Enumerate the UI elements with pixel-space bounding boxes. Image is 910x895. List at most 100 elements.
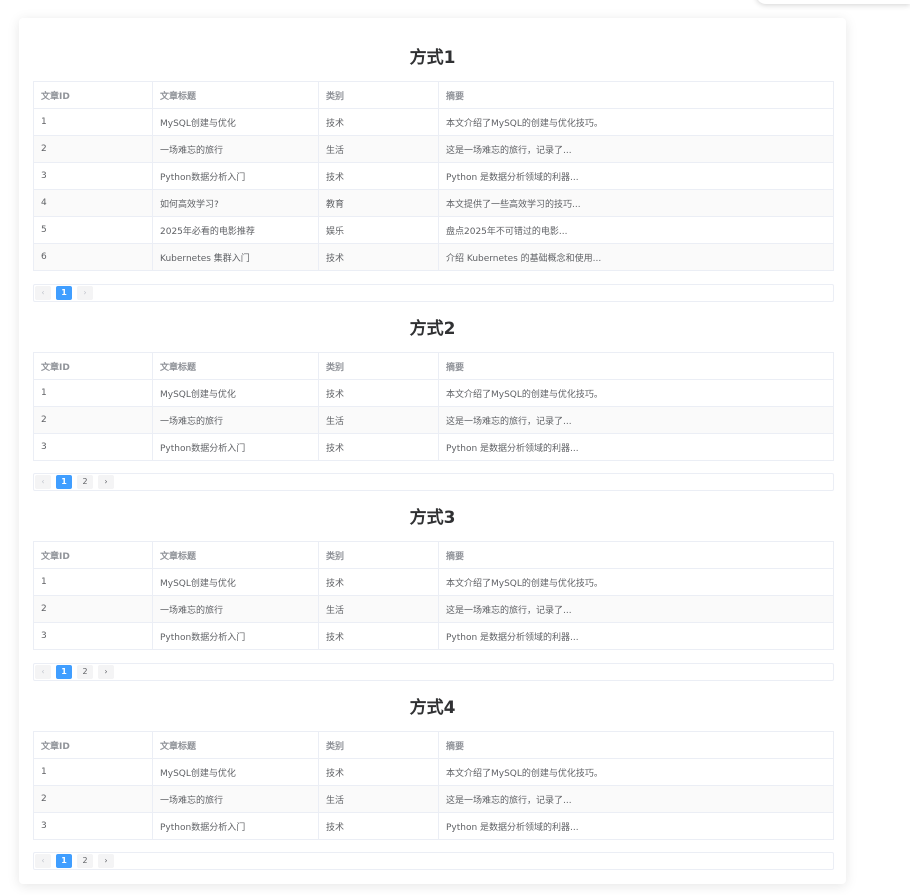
table-row[interactable]: 1 MySQL创建与优化 技术 本文介绍了MySQL的创建与优化技巧。 [33,379,834,407]
table-row[interactable]: 2 一场难忘的旅行 生活 这是一场难忘的旅行，记录了... [33,135,834,163]
chevron-right-icon: › [104,667,108,676]
cell-summary: 本文介绍了MySQL的创建与优化技巧。 [438,108,834,136]
column-header-category[interactable]: 类别 [318,731,439,759]
table-row[interactable]: 3 Python数据分析入门 技术 Python 是数据分析领域的利器... [33,622,834,650]
table-row[interactable]: 2 一场难忘的旅行 生活 这是一场难忘的旅行，记录了... [33,595,834,623]
page-button-1[interactable]: 1 [56,475,72,489]
next-page-button[interactable]: › [98,854,114,868]
column-header-title[interactable]: 文章标题 [152,81,319,109]
cell-summary: 本文提供了一些高效学习的技巧... [438,189,834,217]
page-button-1[interactable]: 1 [56,665,72,679]
cell-category: 技术 [318,622,439,650]
cell-title: 一场难忘的旅行 [152,785,319,813]
chevron-left-icon: ‹ [41,667,45,676]
floating-panel-edge [756,0,910,4]
cell-summary: Python 是数据分析领域的利器... [438,433,834,461]
chevron-right-icon: › [104,856,108,865]
table-row[interactable]: 4 如何高效学习? 教育 本文提供了一些高效学习的技巧... [33,189,834,217]
pagination: ‹ 1 2 › [33,852,834,870]
pagination: ‹ 1 2 › [33,663,834,681]
table-row[interactable]: 1 MySQL创建与优化 技术 本文介绍了MySQL的创建与优化技巧。 [33,568,834,596]
data-table: 文章ID 文章标题 类别 摘要 1 MySQL创建与优化 技术 本文介绍了MyS… [33,541,834,650]
cell-category: 生活 [318,406,439,434]
cell-summary: 本文介绍了MySQL的创建与优化技巧。 [438,379,834,407]
table-row[interactable]: 6 Kubernetes 集群入门 技术 介绍 Kubernetes 的基础概念… [33,243,834,271]
section-title: 方式3 [409,508,456,528]
cell-id: 2 [33,785,153,813]
cell-id: 3 [33,162,153,190]
cell-summary: 这是一场难忘的旅行，记录了... [438,595,834,623]
table-row[interactable]: 2 一场难忘的旅行 生活 这是一场难忘的旅行，记录了... [33,785,834,813]
cell-summary: 盘点2025年不可错过的电影... [438,216,834,244]
cell-id: 1 [33,108,153,136]
column-header-id[interactable]: 文章ID [33,352,153,380]
section-title: 方式4 [409,698,456,718]
table-row[interactable]: 3 Python数据分析入门 技术 Python 是数据分析领域的利器... [33,433,834,461]
cell-title: 一场难忘的旅行 [152,135,319,163]
table-row[interactable]: 3 Python数据分析入门 技术 Python 是数据分析领域的利器... [33,162,834,190]
cell-title: MySQL创建与优化 [152,379,319,407]
next-page-button[interactable]: › [98,475,114,489]
table-row[interactable]: 3 Python数据分析入门 技术 Python 是数据分析领域的利器... [33,812,834,840]
table-row[interactable]: 1 MySQL创建与优化 技术 本文介绍了MySQL的创建与优化技巧。 [33,758,834,786]
cell-category: 技术 [318,758,439,786]
cell-id: 3 [33,622,153,650]
cell-id: 5 [33,216,153,244]
column-header-id[interactable]: 文章ID [33,81,153,109]
section-title: 方式1 [409,48,456,68]
cell-title: MySQL创建与优化 [152,758,319,786]
page-button-2[interactable]: 2 [77,475,93,489]
table-row[interactable]: 1 MySQL创建与优化 技术 本文介绍了MySQL的创建与优化技巧。 [33,108,834,136]
column-header-title[interactable]: 文章标题 [152,731,319,759]
cell-title: MySQL创建与优化 [152,568,319,596]
prev-page-button[interactable]: ‹ [35,286,51,300]
cell-id: 2 [33,135,153,163]
cell-summary: 这是一场难忘的旅行，记录了... [438,785,834,813]
table-row[interactable]: 2 一场难忘的旅行 生活 这是一场难忘的旅行，记录了... [33,406,834,434]
cell-title: 2025年必看的电影推荐 [152,216,319,244]
column-header-summary[interactable]: 摘要 [438,81,834,109]
next-page-button[interactable]: › [77,286,93,300]
column-header-title[interactable]: 文章标题 [152,541,319,569]
cell-id: 3 [33,812,153,840]
cell-title: Python数据分析入门 [152,162,319,190]
main-card: 方式1 文章ID 文章标题 类别 摘要 1 MySQL创建与优化 技术 本文介绍… [19,18,846,884]
cell-summary: 这是一场难忘的旅行，记录了... [438,406,834,434]
next-page-button[interactable]: › [98,665,114,679]
cell-id: 1 [33,758,153,786]
cell-title: Python数据分析入门 [152,622,319,650]
cell-summary: 本文介绍了MySQL的创建与优化技巧。 [438,758,834,786]
prev-page-button[interactable]: ‹ [35,854,51,868]
data-table: 文章ID 文章标题 类别 摘要 1 MySQL创建与优化 技术 本文介绍了MyS… [33,81,834,271]
cell-category: 生活 [318,135,439,163]
column-header-title[interactable]: 文章标题 [152,352,319,380]
column-header-id[interactable]: 文章ID [33,731,153,759]
cell-category: 教育 [318,189,439,217]
data-table: 文章ID 文章标题 类别 摘要 1 MySQL创建与优化 技术 本文介绍了MyS… [33,731,834,840]
page-button-2[interactable]: 2 [77,854,93,868]
cell-id: 6 [33,243,153,271]
chevron-right-icon: › [104,477,108,486]
table-row[interactable]: 5 2025年必看的电影推荐 娱乐 盘点2025年不可错过的电影... [33,216,834,244]
prev-page-button[interactable]: ‹ [35,475,51,489]
cell-summary: 本文介绍了MySQL的创建与优化技巧。 [438,568,834,596]
page-button-2[interactable]: 2 [77,665,93,679]
cell-summary: 这是一场难忘的旅行，记录了... [438,135,834,163]
page-button-1[interactable]: 1 [56,854,72,868]
cell-id: 2 [33,406,153,434]
column-header-summary[interactable]: 摘要 [438,541,834,569]
column-header-category[interactable]: 类别 [318,352,439,380]
table-header-row: 文章ID 文章标题 类别 摘要 [33,81,834,109]
column-header-summary[interactable]: 摘要 [438,731,834,759]
table-header-row: 文章ID 文章标题 类别 摘要 [33,731,834,759]
column-header-category[interactable]: 类别 [318,81,439,109]
column-header-summary[interactable]: 摘要 [438,352,834,380]
cell-category: 技术 [318,568,439,596]
cell-title: 一场难忘的旅行 [152,406,319,434]
section-title: 方式2 [409,319,456,339]
page-button-1[interactable]: 1 [56,286,72,300]
data-table: 文章ID 文章标题 类别 摘要 1 MySQL创建与优化 技术 本文介绍了MyS… [33,352,834,461]
prev-page-button[interactable]: ‹ [35,665,51,679]
column-header-id[interactable]: 文章ID [33,541,153,569]
column-header-category[interactable]: 类别 [318,541,439,569]
